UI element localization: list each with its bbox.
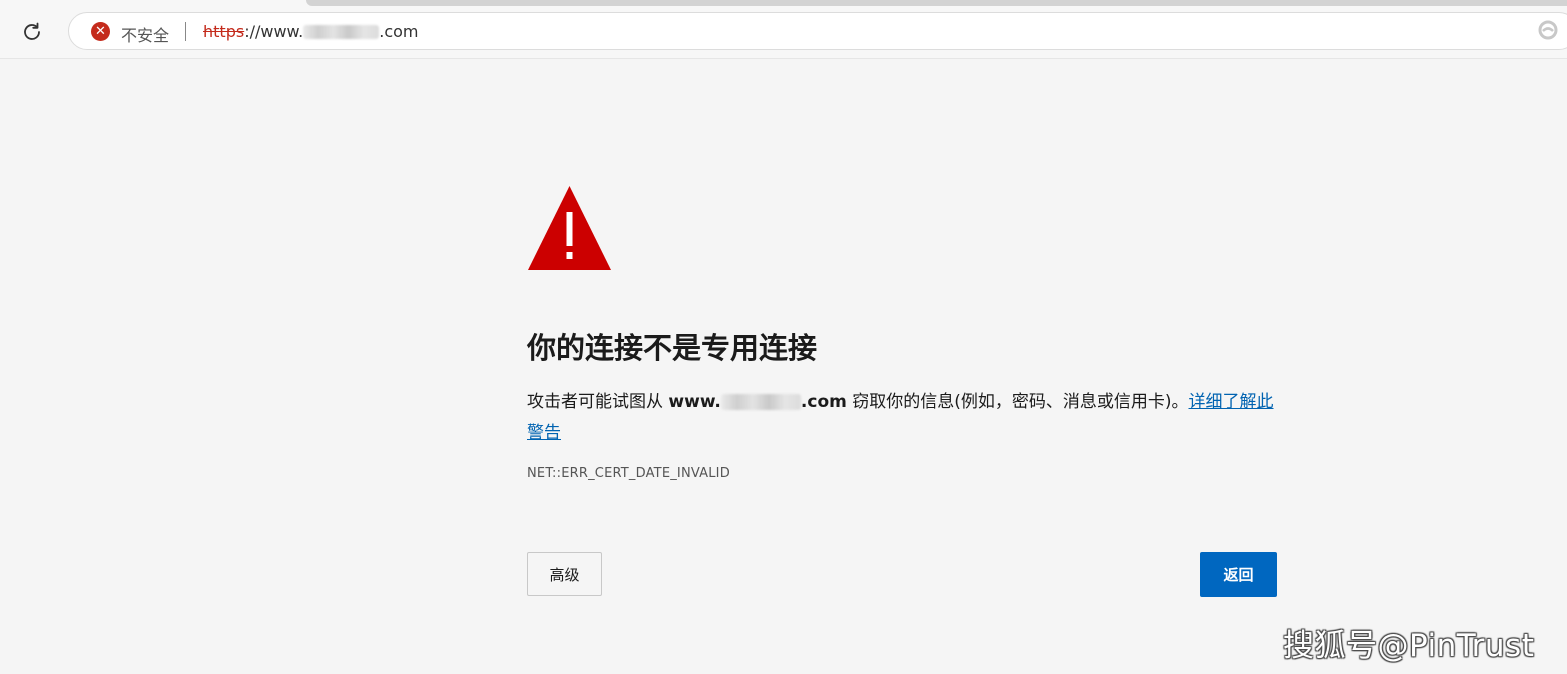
advanced-button[interactable]: 高级 <box>527 552 602 596</box>
error-code: NET::ERR_CERT_DATE_INVALID <box>527 466 730 481</box>
description-domain: www. .com <box>668 392 846 412</box>
reload-button[interactable] <box>16 16 48 48</box>
security-status-label[interactable]: 不安全 <box>121 22 169 46</box>
url-text[interactable]: https://www. .com <box>203 22 419 41</box>
description-middle: 窃取你的信息(例如，密码、消息或信用卡)。 <box>846 392 1189 412</box>
url-suffix: .com <box>379 22 419 41</box>
url-prefix: www. <box>260 22 304 41</box>
reload-icon <box>24 22 40 40</box>
page-title: 你的连接不是专用连接 <box>527 331 818 365</box>
redacted-domain <box>303 25 380 39</box>
watermark: 搜狐号@PinTrust <box>1283 628 1535 664</box>
back-button[interactable]: 返回 <box>1200 552 1277 597</box>
error-description: 攻击者可能试图从 www. .com 窃取你的信息(例如，密码、消息或信用卡)。详… <box>527 387 1279 449</box>
description-domain-prefix: www. <box>668 392 721 412</box>
warning-triangle-icon <box>528 186 611 270</box>
browser-toolbar: ✕ 不安全 https://www. .com <box>0 0 1567 59</box>
address-divider <box>185 22 186 41</box>
url-separator: :// <box>244 22 261 41</box>
tab-strip <box>306 0 1567 6</box>
description-domain-suffix: .com <box>800 392 847 412</box>
edge-icon[interactable] <box>1538 20 1558 40</box>
url-scheme: https <box>203 22 245 41</box>
redacted-domain <box>720 394 801 410</box>
address-bar[interactable]: ✕ 不安全 https://www. .com <box>68 12 1567 50</box>
x-circle-icon[interactable]: ✕ <box>91 22 110 41</box>
description-prefix: 攻击者可能试图从 <box>527 392 669 412</box>
